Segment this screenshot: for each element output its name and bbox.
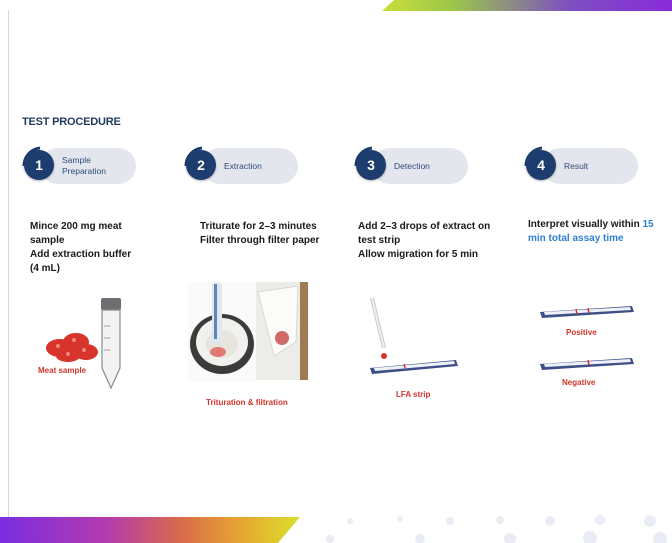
step-title-pill: Sample Preparation [40, 148, 136, 184]
negative-label: Negative [562, 378, 596, 387]
step-1-caption: Meat sample [38, 366, 87, 375]
slide-frame [8, 10, 672, 543]
desc-line: Allow migration for 5 min [358, 249, 479, 260]
step-title: Result [564, 160, 589, 171]
desc-line: (4 mL) [30, 263, 60, 274]
filtration-photo [256, 282, 308, 380]
bottom-gradient-band [0, 517, 300, 543]
step-title-pill: Result [542, 148, 638, 184]
step-number-badge: 1 [24, 150, 54, 180]
step-3-caption: LFA strip [396, 390, 431, 399]
step-title-pill: Detection [372, 148, 468, 184]
step-3-description: Add 2–3 drops of extract on test strip A… [358, 220, 490, 262]
desc-line: Add 2–3 drops of extract on [358, 221, 491, 232]
desc-line: test strip [358, 235, 401, 246]
trituration-photo [188, 282, 256, 382]
top-gradient-band [382, 0, 672, 11]
desc-line: sample [30, 235, 65, 246]
desc-line: Add extraction buffer [30, 249, 132, 260]
step-number-badge: 4 [526, 150, 556, 180]
meat-sample-image [46, 333, 98, 362]
desc-highlight: min total assay time [528, 233, 624, 244]
lfa-strip-image [370, 297, 458, 374]
positive-label: Positive [566, 328, 597, 337]
step-title-pill: Extraction [202, 148, 298, 184]
desc-line: Triturate for 2–3 minutes [200, 221, 317, 232]
step-2-caption: Trituration & filtration [206, 398, 288, 407]
step-title: Detection [394, 160, 430, 171]
desc-line: Filter through filter paper [200, 235, 320, 246]
page-title: TEST PROCEDURE [22, 116, 121, 128]
step-4-description: Interpret visually within 15 min total a… [528, 218, 668, 246]
buffer-tube-image [101, 298, 121, 390]
step-1-description: Mince 200 mg meat sample Add extraction … [30, 220, 131, 276]
desc-line: Mince 200 mg meat [30, 221, 122, 232]
step-2-description: Triturate for 2–3 minutes Filter through… [200, 220, 319, 248]
step-number-badge: 3 [356, 150, 386, 180]
step-title: Sample Preparation [62, 155, 106, 176]
decorative-dots [326, 515, 667, 543]
step-title: Extraction [224, 160, 262, 171]
desc-line: Interpret visually within [528, 219, 640, 230]
step-number-badge: 2 [186, 150, 216, 180]
positive-strip-image [540, 306, 634, 318]
negative-strip-image [540, 358, 634, 370]
desc-highlight: 15 [642, 219, 654, 230]
